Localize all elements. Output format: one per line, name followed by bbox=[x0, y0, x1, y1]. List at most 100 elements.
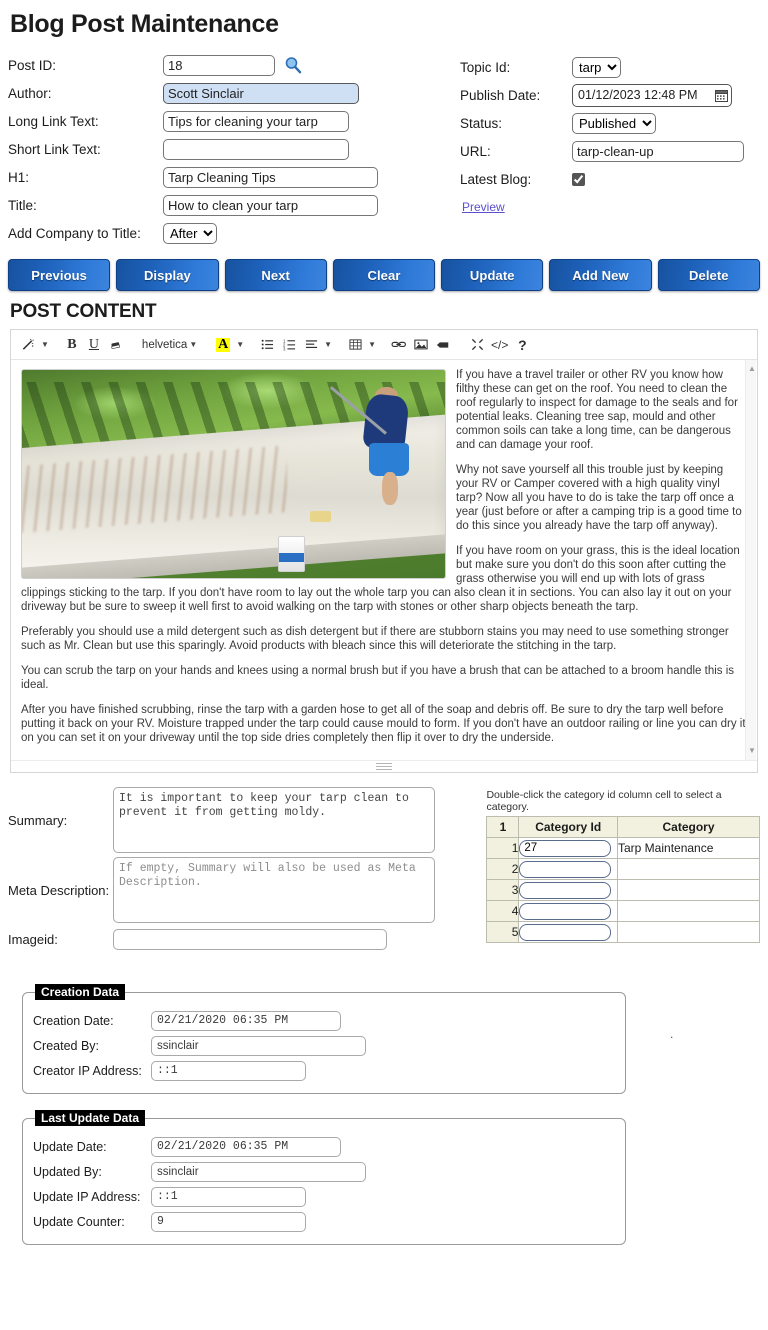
magic-wand-icon[interactable] bbox=[17, 333, 39, 357]
update-date-input[interactable] bbox=[151, 1136, 341, 1157]
title-input[interactable] bbox=[163, 194, 378, 216]
category-id-cell[interactable] bbox=[518, 900, 618, 922]
category-id-input[interactable] bbox=[519, 881, 612, 899]
display-button[interactable]: Display bbox=[116, 259, 219, 291]
bold-button[interactable]: B bbox=[61, 333, 83, 357]
updated-by-input[interactable] bbox=[151, 1161, 366, 1182]
summary-textarea[interactable] bbox=[113, 787, 435, 853]
author-input[interactable] bbox=[163, 82, 359, 104]
eraser-icon[interactable] bbox=[105, 333, 127, 357]
update-counter-input[interactable] bbox=[151, 1211, 306, 1232]
preview-link[interactable]: Preview bbox=[462, 200, 505, 214]
delete-button[interactable]: Delete bbox=[657, 259, 760, 291]
category-name-cell[interactable] bbox=[617, 879, 760, 901]
table-row[interactable]: 5 bbox=[486, 921, 760, 943]
category-id-cell[interactable] bbox=[518, 858, 618, 880]
label-add-company-to-title: Add Company to Title: bbox=[8, 225, 141, 241]
scroll-down-icon[interactable]: ▼ bbox=[748, 744, 756, 758]
long-link-text-input[interactable] bbox=[163, 110, 349, 132]
image-icon[interactable] bbox=[410, 333, 432, 357]
label-meta-description: Meta Description: bbox=[8, 882, 110, 898]
align-caret-icon[interactable]: ▼ bbox=[324, 340, 332, 349]
add-new-button[interactable]: Add New bbox=[549, 259, 652, 291]
table-caret-icon[interactable]: ▼ bbox=[368, 340, 376, 349]
meta-description-textarea[interactable] bbox=[113, 857, 435, 923]
latest-blog-checkbox[interactable] bbox=[572, 172, 585, 186]
underline-button[interactable]: U bbox=[83, 333, 105, 357]
font-color-button[interactable]: A bbox=[212, 333, 234, 357]
field-row-add-company-to-title: Add Company to Title: After bbox=[8, 219, 460, 247]
video-icon[interactable] bbox=[432, 333, 454, 357]
add-company-to-title-select[interactable]: After bbox=[163, 222, 217, 244]
table-row[interactable]: 2 bbox=[486, 858, 760, 880]
last-update-data-fieldset: Last Update Data Update Date: Updated By… bbox=[22, 1110, 626, 1245]
numbered-list-icon[interactable]: 1 2 3 bbox=[278, 333, 300, 357]
label-post-id: Post ID: bbox=[8, 57, 57, 73]
short-link-text-input[interactable] bbox=[163, 138, 349, 160]
summary-column: Summary: Meta Description: Imageid: bbox=[8, 787, 480, 950]
scroll-up-icon[interactable]: ▲ bbox=[748, 362, 756, 376]
grip-line bbox=[376, 763, 392, 764]
category-id-cell[interactable] bbox=[518, 837, 618, 859]
category-id-input[interactable] bbox=[519, 839, 612, 857]
editor-scrollbar[interactable]: ▲ ▼ bbox=[745, 360, 756, 760]
table-row[interactable]: 3 bbox=[486, 879, 760, 901]
article-paragraph: After you have finished scrubbing, rinse… bbox=[21, 704, 746, 744]
last-update-data-legend: Last Update Data bbox=[35, 1110, 146, 1126]
article-paragraph: Preferably you should use a mild deterge… bbox=[21, 626, 729, 652]
category-id-input[interactable] bbox=[519, 860, 612, 878]
table-row[interactable]: 1 Tarp Maintenance bbox=[486, 837, 760, 859]
label-status: Status: bbox=[460, 115, 503, 131]
category-name-cell[interactable]: Tarp Maintenance bbox=[617, 837, 760, 859]
clear-button[interactable]: Clear bbox=[332, 259, 436, 291]
category-id-input[interactable] bbox=[519, 923, 612, 941]
field-row-h1: H1: bbox=[8, 163, 460, 191]
previous-button[interactable]: Previous bbox=[8, 259, 111, 291]
category-id-cell[interactable] bbox=[518, 921, 618, 943]
publish-date-field[interactable]: 01/12/2023 12:48 PM bbox=[572, 83, 732, 107]
field-row-imageid: Imageid: bbox=[8, 929, 480, 950]
fullscreen-icon[interactable] bbox=[466, 333, 488, 357]
field-row-title: Title: bbox=[8, 191, 460, 219]
url-input[interactable] bbox=[572, 140, 744, 162]
bullet-list-icon[interactable] bbox=[256, 333, 278, 357]
article-photo[interactable] bbox=[21, 369, 446, 579]
post-id-input[interactable] bbox=[163, 54, 275, 76]
help-button[interactable]: ? bbox=[511, 333, 533, 357]
magic-wand-caret-icon[interactable]: ▼ bbox=[41, 340, 49, 349]
label-short-link-text: Short Link Text: bbox=[8, 141, 101, 157]
creation-date-input[interactable] bbox=[151, 1010, 341, 1031]
summary-and-categories: Summary: Meta Description: Imageid: Doub… bbox=[8, 787, 760, 950]
search-icon[interactable] bbox=[284, 56, 302, 74]
label-long-link-text: Long Link Text: bbox=[8, 113, 99, 129]
category-name-cell[interactable] bbox=[617, 921, 760, 943]
update-ip-input[interactable] bbox=[151, 1186, 306, 1207]
font-name-select[interactable]: helvetica ▼ bbox=[139, 333, 200, 357]
calendar-icon[interactable] bbox=[715, 89, 728, 102]
topic-id-select[interactable]: tarp bbox=[572, 56, 621, 78]
table-icon[interactable] bbox=[344, 333, 366, 357]
field-row-url: URL: bbox=[460, 137, 760, 165]
row-number: 1 bbox=[486, 837, 520, 859]
update-button[interactable]: Update bbox=[441, 259, 544, 291]
category-name-cell[interactable] bbox=[617, 900, 760, 922]
categories-column: Double-click the category id column cell… bbox=[480, 787, 760, 950]
category-id-input[interactable] bbox=[519, 902, 612, 920]
link-icon[interactable] bbox=[388, 333, 410, 357]
label-author: Author: bbox=[8, 85, 52, 101]
next-button[interactable]: Next bbox=[224, 259, 327, 291]
status-select[interactable]: Published bbox=[572, 112, 656, 134]
code-view-button[interactable]: </> bbox=[488, 333, 511, 357]
align-icon[interactable] bbox=[300, 333, 322, 357]
h1-input[interactable] bbox=[163, 166, 378, 188]
created-by-input[interactable] bbox=[151, 1035, 366, 1056]
creator-ip-input[interactable] bbox=[151, 1060, 306, 1081]
imageid-input[interactable] bbox=[113, 929, 387, 950]
font-color-caret-icon[interactable]: ▼ bbox=[236, 340, 244, 349]
editor-content-area[interactable]: If you have a travel trailer or other RV… bbox=[11, 360, 757, 760]
field-row-topic-id: Topic Id: tarp bbox=[460, 53, 760, 81]
table-row[interactable]: 4 bbox=[486, 900, 760, 922]
category-id-cell[interactable] bbox=[518, 879, 618, 901]
category-name-cell[interactable] bbox=[617, 858, 760, 880]
editor-resize-grip[interactable] bbox=[11, 760, 757, 772]
